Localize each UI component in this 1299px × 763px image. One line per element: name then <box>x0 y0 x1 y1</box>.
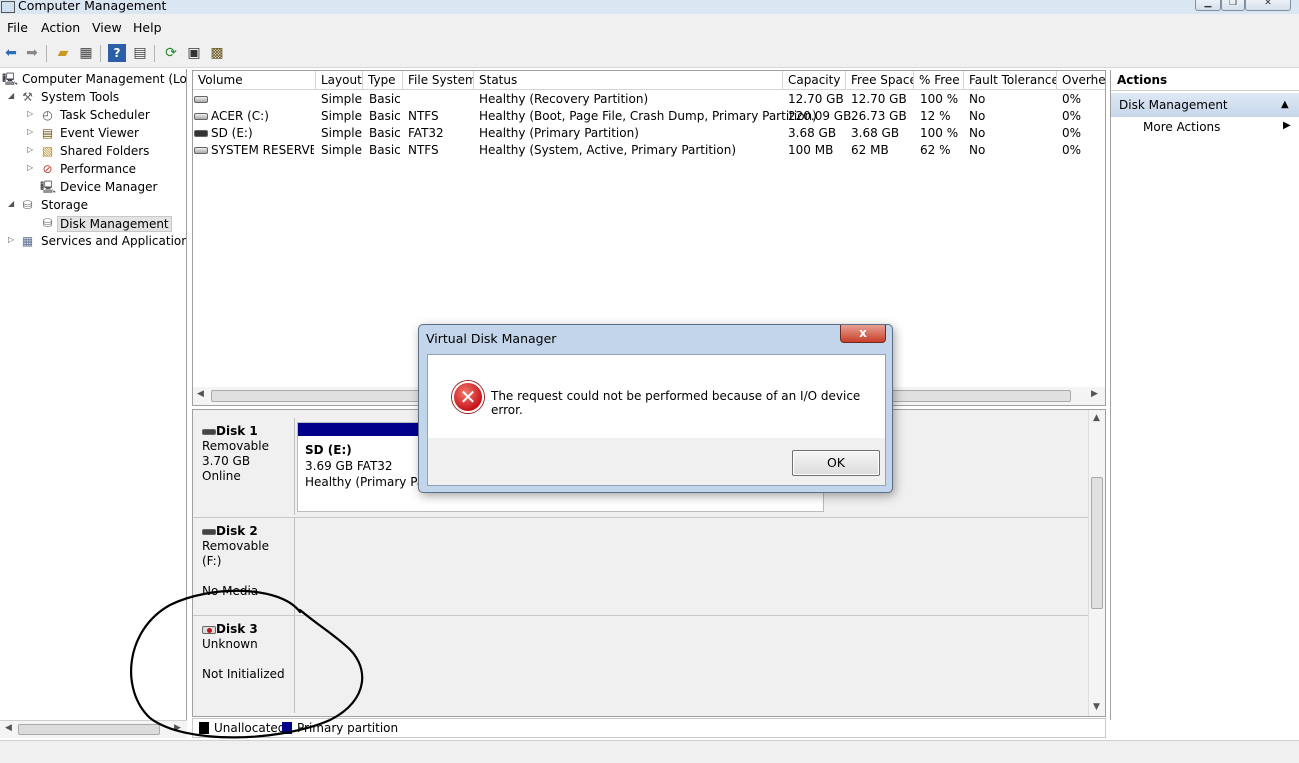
ok-button[interactable]: OK <box>792 450 880 476</box>
dialog-message: The request could not be performed becau… <box>491 389 861 417</box>
error-dialog: Virtual Disk Manager x ✕ The request cou… <box>418 324 893 493</box>
dialog-footer: OK <box>428 438 885 485</box>
dialog-body: ✕ The request could not be performed bec… <box>427 354 886 486</box>
dialog-close-button[interactable]: x <box>840 325 886 343</box>
dialog-title: Virtual Disk Manager <box>426 331 557 346</box>
error-icon: ✕ <box>452 381 484 413</box>
